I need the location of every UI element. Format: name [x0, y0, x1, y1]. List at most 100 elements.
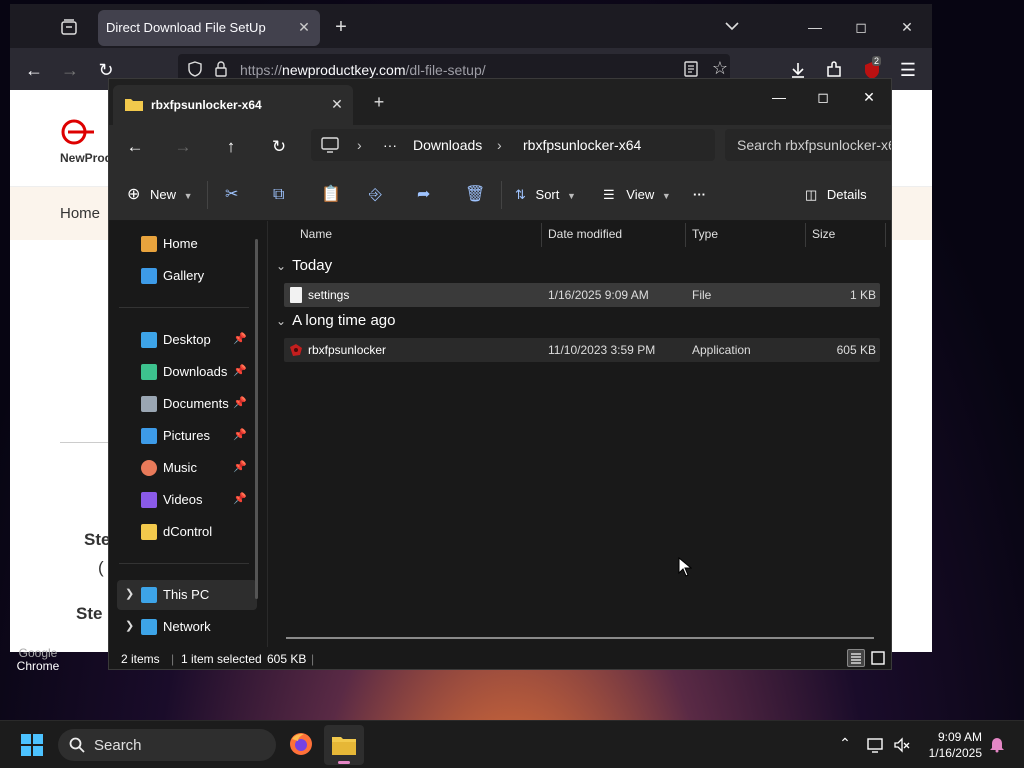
- column-header-date-modified[interactable]: Date modified: [548, 227, 622, 241]
- sidebar-item-gallery[interactable]: Gallery: [117, 261, 257, 291]
- chevron-up-icon[interactable]: ⌃: [836, 735, 854, 753]
- pin-icon[interactable]: 📌: [233, 492, 247, 505]
- sidebar-scrollbar[interactable]: [255, 239, 258, 599]
- view-button[interactable]: ☰ View ▼: [603, 183, 671, 207]
- group-header-a-long-time-ago[interactable]: ⌄ A long time ago: [276, 312, 395, 329]
- taskbar-clock[interactable]: 9:09 AM 1/16/2025: [904, 729, 982, 761]
- up-arrow-icon[interactable]: ↑: [213, 133, 249, 161]
- explorer-tab[interactable]: rbxfpsunlocker-x64 ✕: [113, 85, 353, 125]
- minimize-icon[interactable]: —: [800, 14, 830, 40]
- group-header-today[interactable]: ⌄ Today: [276, 257, 332, 274]
- chevron-right-icon[interactable]: ›: [357, 137, 362, 153]
- sidebar-item-home[interactable]: Home: [117, 229, 257, 259]
- shield-icon[interactable]: [186, 60, 204, 78]
- cut-icon[interactable]: ✂: [225, 183, 238, 207]
- sidebar-item-pictures[interactable]: Pictures 📌: [117, 421, 257, 451]
- details-view-icon[interactable]: [847, 649, 865, 667]
- hamburger-menu-icon[interactable]: ☰: [896, 58, 920, 82]
- notification-bell-icon[interactable]: [988, 735, 1006, 753]
- chevron-right-icon[interactable]: ❯: [125, 619, 134, 632]
- file-row-rbxfpsunlocker[interactable]: rbxfpsunlocker 11/10/2023 3:59 PM Applic…: [284, 338, 880, 362]
- pin-icon[interactable]: 📌: [233, 364, 247, 377]
- desktop-icon-google-chrome[interactable]: Google Chrome: [8, 647, 68, 673]
- pin-icon[interactable]: 📌: [233, 332, 247, 345]
- extensions-icon[interactable]: [824, 60, 844, 80]
- share-icon[interactable]: ➦: [417, 183, 430, 207]
- sidebar-item-dcontrol[interactable]: dControl: [117, 517, 257, 547]
- rename-icon[interactable]: ⎆: [369, 183, 382, 207]
- maximize-icon[interactable]: ◻: [803, 83, 843, 111]
- sidebar-item-documents[interactable]: Documents 📌: [117, 389, 257, 419]
- sidebar-item-videos[interactable]: Videos 📌: [117, 485, 257, 515]
- chevron-down-icon[interactable]: [722, 16, 742, 36]
- pin-icon[interactable]: 📌: [233, 460, 247, 473]
- file-date: 1/16/2025 9:09 AM: [548, 288, 649, 302]
- mouse-cursor-icon: [678, 556, 693, 577]
- column-header-type[interactable]: Type: [692, 227, 718, 241]
- sort-icon: ⇅: [515, 187, 526, 202]
- back-arrow-icon[interactable]: ←: [117, 133, 153, 161]
- sidebar-item-this-pc[interactable]: ❯ This PC: [117, 580, 257, 610]
- back-arrow-icon[interactable]: ←: [22, 58, 46, 82]
- column-divider[interactable]: [805, 223, 806, 247]
- breadcrumb-downloads[interactable]: Downloads: [413, 137, 482, 153]
- sidebar-item-desktop[interactable]: Desktop 📌: [117, 325, 257, 355]
- sidebar-item-downloads[interactable]: Downloads 📌: [117, 357, 257, 387]
- chevron-right-icon[interactable]: ›: [497, 137, 502, 153]
- column-header-name[interactable]: Name: [300, 227, 332, 241]
- lock-icon[interactable]: [212, 60, 230, 78]
- taskbar-search-box[interactable]: Search: [58, 729, 276, 761]
- reader-view-icon[interactable]: [682, 60, 700, 78]
- paste-icon[interactable]: 📋: [321, 183, 341, 207]
- maximize-icon[interactable]: ◻: [846, 14, 876, 40]
- new-tab-button[interactable]: +: [367, 91, 391, 115]
- column-divider[interactable]: [541, 223, 542, 247]
- downloads-icon[interactable]: [788, 60, 808, 80]
- more-options-button[interactable]: ···: [693, 183, 706, 207]
- breadcrumb-more[interactable]: ···: [383, 137, 397, 153]
- sidebar-item-music[interactable]: Music 📌: [117, 453, 257, 483]
- folder-icon: [141, 524, 157, 540]
- refresh-icon[interactable]: ↻: [261, 133, 297, 161]
- column-divider[interactable]: [885, 223, 886, 247]
- tab-overview-icon[interactable]: [54, 12, 84, 42]
- close-tab-icon[interactable]: ✕: [294, 17, 314, 37]
- chevron-right-icon[interactable]: ❯: [125, 587, 134, 600]
- file-explorer-taskbar-icon[interactable]: [324, 725, 364, 765]
- column-divider[interactable]: [685, 223, 686, 247]
- browser-tab[interactable]: Direct Download File SetUp ✕: [98, 10, 320, 46]
- column-header-size[interactable]: Size: [812, 227, 835, 241]
- copy-icon[interactable]: ⧉: [273, 183, 284, 207]
- pin-icon[interactable]: 📌: [233, 396, 247, 409]
- horizontal-scrollbar[interactable]: [286, 637, 874, 639]
- address-bar[interactable]: › ··· Downloads › rbxfpsunlocker-x64: [311, 129, 715, 161]
- windows-start-icon[interactable]: [20, 733, 44, 757]
- breadcrumb-current-folder[interactable]: rbxfpsunlocker-x64: [523, 137, 641, 153]
- url-text[interactable]: https://newproductkey.com/dl-file-setup/: [240, 62, 486, 78]
- site-logo[interactable]: NewProd: [60, 118, 112, 165]
- search-input[interactable]: Search rbxfpsunlocker-x64: [725, 129, 891, 161]
- forward-arrow-icon[interactable]: →: [58, 58, 82, 82]
- network-status-icon[interactable]: [866, 735, 886, 755]
- large-icons-view-icon[interactable]: [869, 649, 887, 667]
- details-button[interactable]: ◫ Details: [805, 183, 867, 207]
- monitor-icon[interactable]: [321, 137, 339, 153]
- site-menu-home-link[interactable]: Home: [60, 205, 100, 222]
- close-icon[interactable]: ✕: [892, 14, 922, 40]
- pin-icon[interactable]: 📌: [233, 428, 247, 441]
- close-tab-icon[interactable]: ✕: [327, 94, 347, 114]
- new-button[interactable]: ⊕ New ▼: [127, 183, 193, 207]
- sidebar-item-label: Documents: [163, 396, 229, 411]
- bookmark-star-icon[interactable]: ☆: [710, 58, 730, 78]
- downloads-icon: [141, 364, 157, 380]
- sidebar-item-network[interactable]: ❯ Network: [117, 612, 257, 642]
- close-icon[interactable]: ✕: [849, 83, 889, 111]
- details-pane-icon: ◫: [805, 187, 818, 202]
- sort-button[interactable]: ⇅ Sort ▼: [515, 183, 576, 207]
- new-tab-button[interactable]: +: [328, 14, 354, 40]
- forward-arrow-icon[interactable]: →: [165, 133, 201, 161]
- firefox-icon[interactable]: [286, 729, 316, 759]
- minimize-icon[interactable]: —: [759, 83, 799, 111]
- delete-icon[interactable]: 🗑: [465, 183, 485, 207]
- file-row-settings[interactable]: settings 1/16/2025 9:09 AM File 1 KB: [284, 283, 880, 307]
